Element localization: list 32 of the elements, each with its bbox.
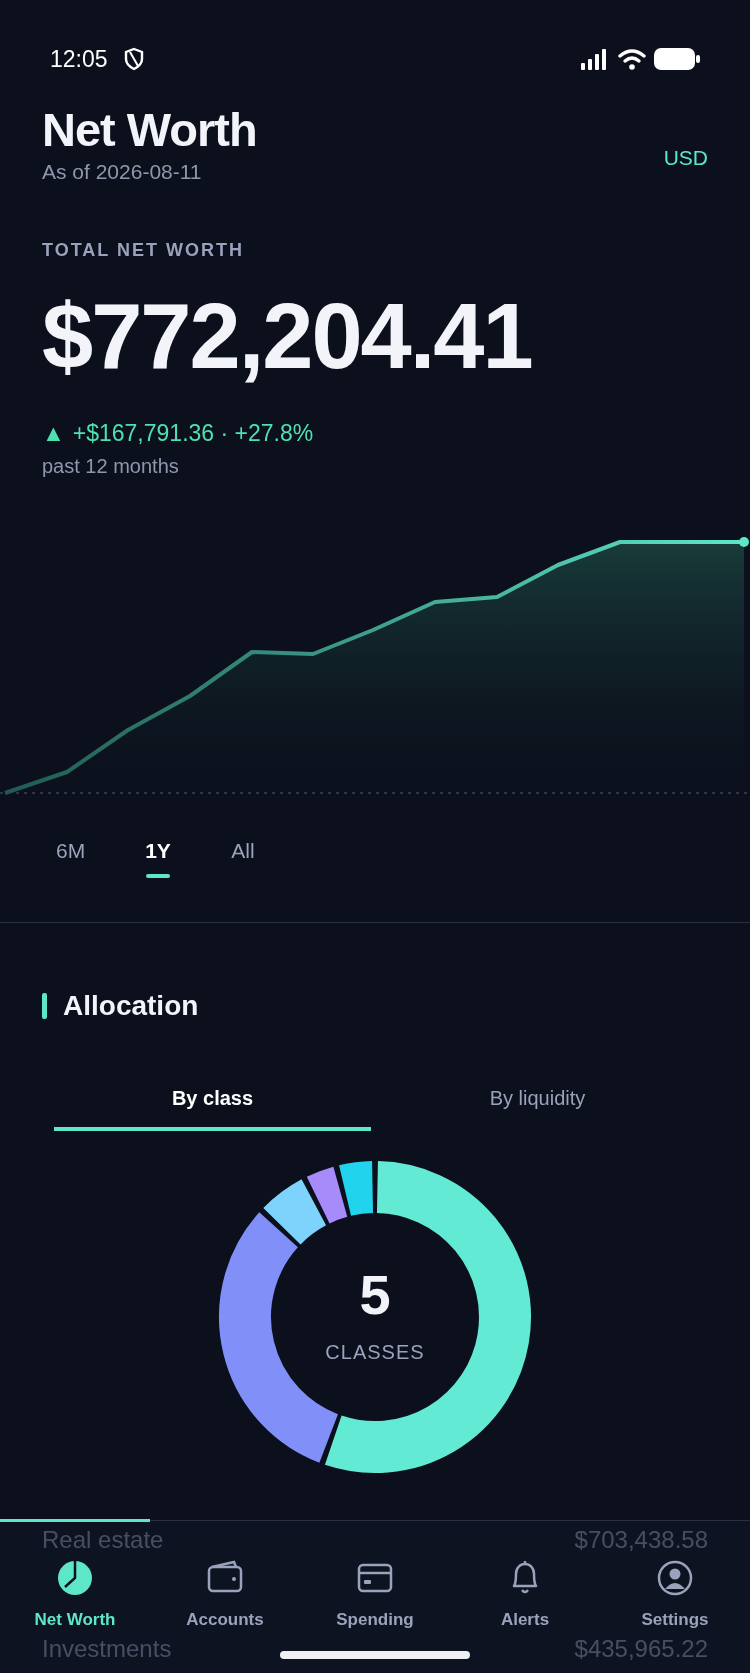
holding-name: Real estate bbox=[42, 1527, 164, 1554]
holding-value: $435,965.22 bbox=[574, 1635, 708, 1662]
status-time: 12:05 bbox=[50, 44, 108, 74]
shield-icon bbox=[123, 47, 144, 71]
holding-value: $703,438.58 bbox=[574, 1527, 708, 1554]
battery-icon bbox=[654, 48, 700, 70]
class-count-label: CLASSES bbox=[325, 1340, 425, 1366]
user-icon bbox=[656, 1559, 694, 1597]
as-of-date: As of 2026-08-11 bbox=[42, 158, 203, 185]
wifi-icon bbox=[618, 48, 646, 70]
allocation-tab[interactable]: By class bbox=[54, 1083, 371, 1132]
currency-label: USD bbox=[663, 145, 708, 171]
nav-tab[interactable]: Settings bbox=[600, 1559, 750, 1633]
period-label: past 12 months bbox=[42, 453, 180, 479]
range-tab[interactable]: All bbox=[214, 834, 271, 879]
range-tab[interactable]: 1Y bbox=[129, 834, 187, 879]
change-amount: +$167,791.36 · +27.8% bbox=[72, 419, 314, 449]
nav-tab[interactable]: Alerts bbox=[450, 1559, 600, 1633]
range-tab[interactable]: 6M bbox=[40, 834, 102, 879]
pie-chart-icon bbox=[56, 1559, 94, 1597]
holding-name: Investments bbox=[42, 1635, 172, 1662]
page-title: Net Worth bbox=[42, 104, 257, 156]
total-amount: $772,204.41 bbox=[42, 290, 533, 383]
section-title: Allocation bbox=[63, 989, 199, 1024]
nav-tab[interactable]: Net Worth bbox=[0, 1559, 150, 1633]
nav-tab[interactable]: Spending bbox=[300, 1559, 450, 1633]
nav-tab[interactable]: Accounts bbox=[150, 1559, 300, 1633]
up-triangle-icon: ▲ bbox=[42, 416, 65, 451]
class-count: 5 bbox=[358, 1267, 392, 1324]
total-label: TOTAL NET WORTH bbox=[42, 239, 245, 263]
accent-bar bbox=[42, 993, 47, 1020]
allocation-tab[interactable]: By liquidity bbox=[379, 1083, 696, 1132]
